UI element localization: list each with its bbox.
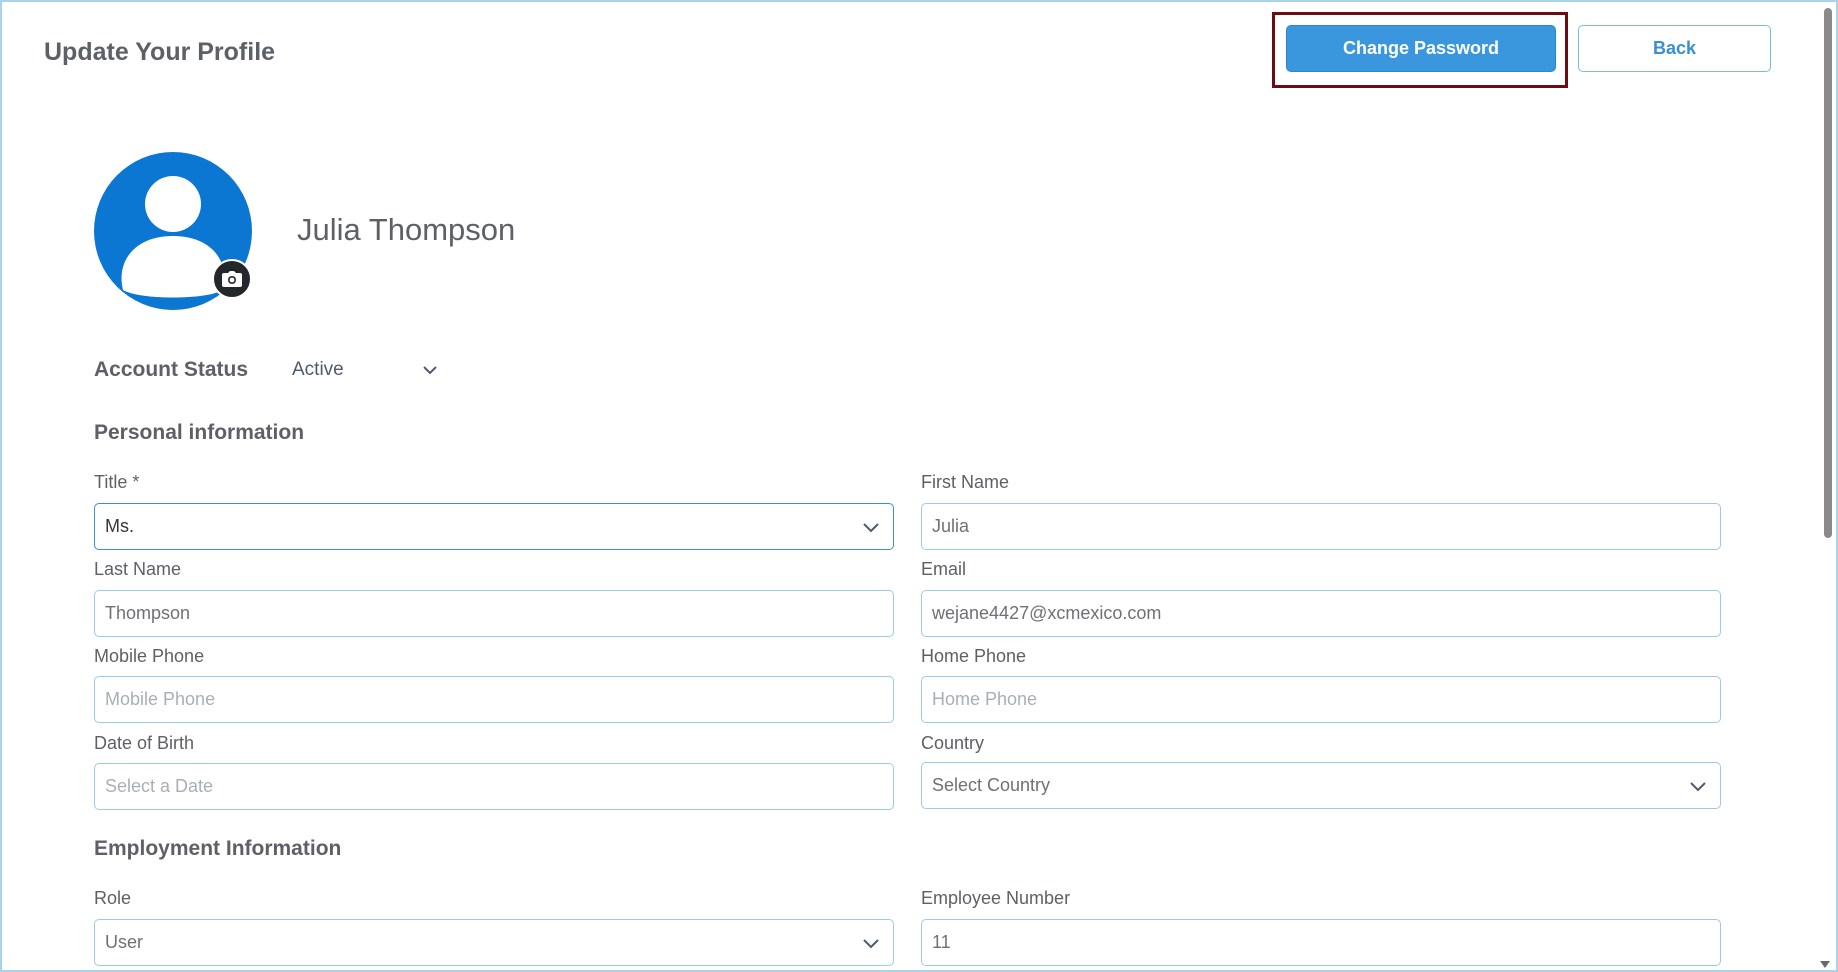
dob-field[interactable]: Select a Date (94, 763, 894, 810)
mobile-phone-field[interactable]: Mobile Phone (94, 676, 894, 723)
last-name-value: Thompson (105, 603, 191, 623)
employment-info-heading: Employment Information (94, 837, 342, 860)
page-title: Update Your Profile (44, 38, 276, 66)
change-password-button[interactable]: Change Password (1286, 25, 1556, 72)
account-status-value[interactable]: Active (292, 359, 344, 381)
home-phone-label: Home Phone (921, 646, 1027, 666)
last-name-field[interactable]: Thompson (94, 590, 894, 637)
title-label: Title * (94, 472, 140, 492)
camera-icon (222, 271, 242, 287)
last-name-label: Last Name (94, 559, 182, 579)
title-select[interactable]: Ms. (94, 503, 894, 550)
role-label: Role (94, 888, 132, 908)
account-status-label: Account Status (94, 358, 249, 381)
personal-info-heading: Personal information (94, 421, 305, 444)
scroll-down-arrow-icon[interactable] (1820, 961, 1830, 968)
change-photo-button[interactable] (212, 259, 252, 299)
role-select[interactable]: User (94, 919, 894, 966)
chevron-down-icon[interactable] (420, 360, 440, 380)
mobile-phone-placeholder: Mobile Phone (105, 689, 216, 709)
first-name-label: First Name (921, 472, 1010, 492)
first-name-value: Julia (932, 516, 970, 536)
first-name-field[interactable]: Julia (921, 503, 1721, 550)
country-label: Country (921, 733, 985, 753)
chevron-down-icon (863, 523, 879, 533)
country-placeholder: Select Country (932, 775, 1051, 795)
profile-page: Update Your Profile Change Password Back… (0, 0, 1838, 972)
employee-number-label: Employee Number (921, 888, 1071, 908)
home-phone-placeholder: Home Phone (932, 689, 1038, 709)
country-select[interactable]: Select Country (921, 762, 1721, 809)
role-value: User (105, 932, 144, 952)
dob-label: Date of Birth (94, 733, 195, 753)
email-value: wejane4427@xcmexico.com (932, 603, 1162, 623)
vertical-scrollbar[interactable] (1824, 8, 1832, 538)
home-phone-field[interactable]: Home Phone (921, 676, 1721, 723)
dob-placeholder: Select a Date (105, 776, 214, 796)
email-field[interactable]: wejane4427@xcmexico.com (921, 590, 1721, 637)
title-value: Ms. (105, 516, 134, 536)
employee-number-value: 11 (932, 932, 951, 952)
chevron-down-icon (863, 939, 879, 949)
employee-number-field[interactable]: 11 (921, 919, 1721, 966)
mobile-phone-label: Mobile Phone (94, 646, 205, 666)
back-button[interactable]: Back (1578, 25, 1771, 72)
email-label: Email (921, 559, 967, 579)
profile-name: Julia Thompson (297, 212, 516, 247)
chevron-down-icon (1690, 782, 1706, 792)
